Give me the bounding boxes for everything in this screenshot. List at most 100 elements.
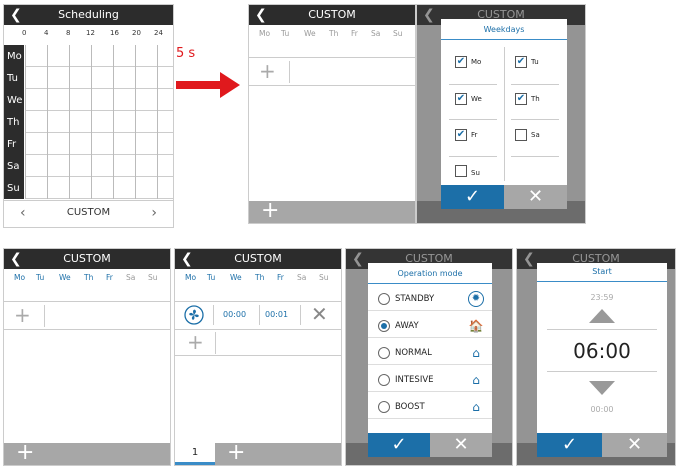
option-label: INTESIVE [395,375,434,385]
cancel-button[interactable]: ✕ [430,433,492,457]
intensive-house-icon: ⌂ [472,373,480,387]
radio-normal[interactable] [378,347,390,359]
option-standby[interactable]: STANDBY ✹ [368,288,492,311]
weekday-row: Mo Tu We Th Fr Sa Su [4,271,170,285]
checkbox-we[interactable]: ✔ [455,93,467,105]
divider [249,85,415,86]
weekday: Tu [207,273,216,282]
operation-mode-screen: ❮ CUSTOM Operation mode STANDBY ✹ AWAY 🏠… [345,248,513,466]
checkbox-th[interactable]: ✔ [515,93,527,105]
schedule-grid[interactable] [25,45,173,199]
option-label: BOOST [395,402,425,412]
period-end[interactable]: 00:01 [265,310,288,319]
divider [213,305,214,325]
option-away[interactable]: AWAY 🏠 [368,315,492,338]
divider [259,305,260,325]
start-time-screen: ❮ CUSTOM Start 23:59 06:00 00:00 ✓ ✕ [516,248,676,466]
weekday: Sa [297,273,307,282]
cancel-button[interactable]: ✕ [504,185,567,209]
hour-label: 20 [132,29,141,37]
weekday: We [59,273,71,282]
checkbox-fr[interactable]: ✔ [455,129,467,141]
delete-period-icon[interactable]: ✕ [311,303,328,325]
page-tab[interactable]: 1 [175,443,215,465]
page-title: CUSTOM [234,252,282,265]
option-intensive[interactable]: INTESIVE ⌂ [368,369,492,392]
option-normal[interactable]: NORMAL ⌂ [368,342,492,365]
add-period-icon[interactable]: + [187,332,204,352]
weekday: Fr [277,273,284,282]
day-label: Mo [7,51,22,62]
radio-away[interactable] [378,320,390,332]
radio-standby[interactable] [378,293,390,305]
weekday: Th [329,29,339,38]
weekday: Sa [371,29,381,38]
dialog-title: Operation mode [368,263,492,284]
weekday: Su [148,273,158,282]
add-icon[interactable]: + [16,441,34,465]
fan-icon: ✹ [468,291,484,307]
time-value[interactable]: 06:00 [537,339,667,363]
radio-intensive[interactable] [378,374,390,386]
period-start[interactable]: 00:00 [223,310,246,319]
confirm-button[interactable]: ✓ [368,433,430,457]
divider [249,57,415,58]
next-mode-button[interactable]: › [151,205,157,221]
divider [504,47,505,181]
header-bar: ❮ CUSTOM [175,249,341,269]
custom-screen-empty: ❮ CUSTOM Mo Tu We Th Fr Sa Su + + [248,4,416,224]
checkbox-tu[interactable]: ✔ [515,56,527,68]
divider [449,84,497,85]
weekday: We [304,29,316,38]
weekdays-dialog-screen: ❮ CUSTOM Weekdays ✔ Mo ✔ Tu ✔ We ✔ Th ✔ … [416,4,586,224]
hour-label: 4 [44,29,49,37]
day-label: Fr [7,139,17,150]
checkbox-label: Fr [471,131,478,139]
footer-bar: + [4,441,170,465]
footer-bar: 1 + [175,441,341,465]
dialog-title: Weekdays [441,19,567,40]
decrement-arrow-icon[interactable] [589,381,615,395]
checkbox-label: We [471,95,482,103]
checkbox-label: Tu [531,58,539,66]
day-label: We [7,95,23,106]
page-tab-label: 1 [191,447,199,458]
option-label: AWAY [395,321,419,331]
arrow-right-icon [176,72,240,98]
weekday: We [230,273,242,282]
add-period-icon[interactable]: + [14,305,31,325]
custom-screen-period: ❮ CUSTOM Mo Tu We Th Fr Sa Su 00:00 00:0… [174,248,342,466]
divider [511,119,559,120]
hold-label: 5 s [176,46,196,61]
page-title: CUSTOM [308,8,356,21]
checkbox-su[interactable] [455,165,467,177]
mode-label: CUSTOM [66,207,111,218]
away-house-icon: 🏠 [468,319,484,333]
confirm-button[interactable]: ✓ [537,433,602,457]
weekday: Su [319,273,329,282]
option-boost[interactable]: BOOST ⌂ [368,396,492,419]
weekday-row: Mo Tu We Th Fr Sa Su [175,271,341,285]
footer-bar: + [249,199,415,223]
day-label: Sa [7,161,20,172]
add-icon[interactable]: + [261,199,279,223]
checkbox-sa[interactable] [515,129,527,141]
checkbox-label: Sa [531,131,540,139]
day-label: Th [7,117,20,128]
confirm-button[interactable]: ✓ [441,185,504,209]
divider [547,371,657,372]
divider [547,329,657,330]
fan-icon[interactable] [184,305,204,325]
checkbox-label: Su [471,169,480,177]
cancel-button[interactable]: ✕ [602,433,667,457]
add-period-icon[interactable]: + [259,61,276,81]
add-icon[interactable]: + [227,441,245,465]
radio-boost[interactable] [378,401,390,413]
weekday-row: Mo Tu We Th Fr Sa Su [249,27,415,41]
weekday: Mo [185,273,197,282]
period-row[interactable]: 00:00 00:01 ✕ [175,302,341,328]
increment-arrow-icon[interactable] [589,309,615,323]
divider [4,329,170,330]
checkbox-mo[interactable]: ✔ [455,56,467,68]
normal-house-icon: ⌂ [472,346,480,360]
